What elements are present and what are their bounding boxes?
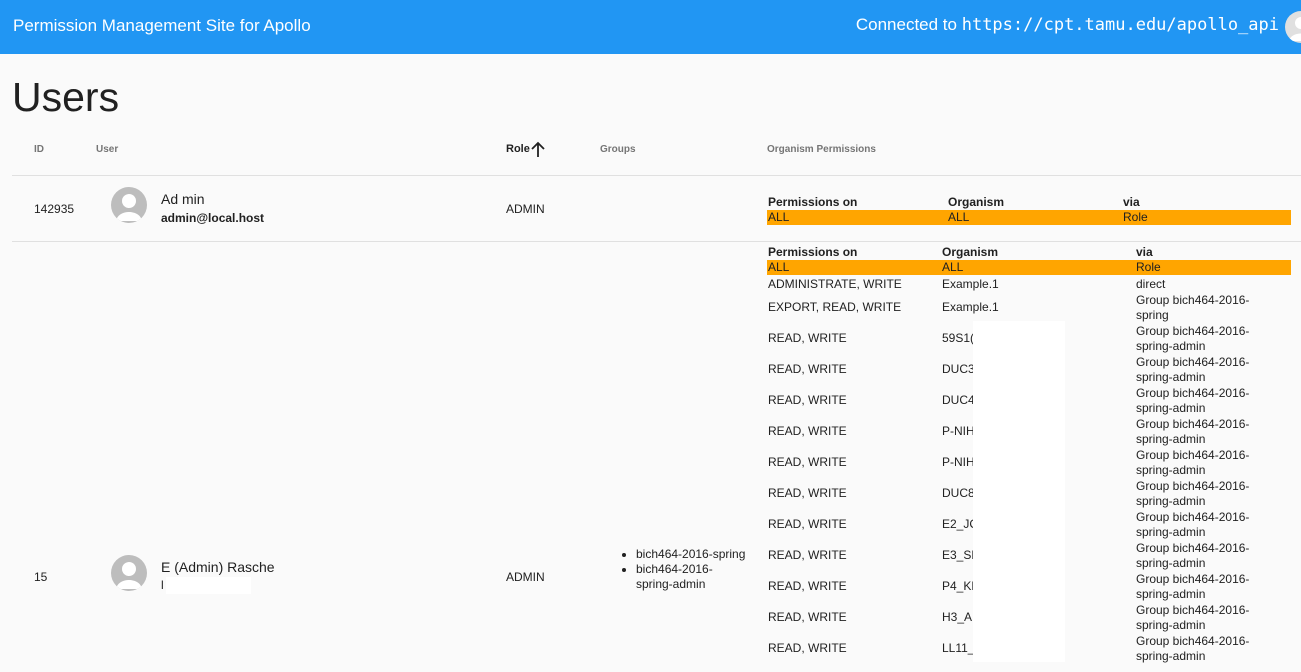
- permissions-on-header: Permissions on: [768, 245, 858, 259]
- group-item: bich464-2016-spring-admin: [636, 562, 746, 592]
- via-value: Group bich464-2016-spring: [1136, 293, 1250, 322]
- user-role: ADMIN: [506, 570, 545, 584]
- redaction-box: [973, 321, 1065, 662]
- via-header: via: [1123, 195, 1140, 209]
- via-header: via: [1136, 245, 1153, 259]
- organism-header: Organism: [942, 245, 999, 259]
- connected-url: https://cpt.tamu.edu/apollo_api: [961, 15, 1279, 35]
- connection-info: Connected to https://cpt.tamu.edu/apollo…: [856, 15, 1279, 35]
- app-title[interactable]: Permission Management Site for Apollo: [13, 16, 311, 36]
- via-value: Group bich464-2016-spring-admin: [1136, 510, 1250, 539]
- organism-value: DUC8: [942, 486, 975, 500]
- via-value: Group bich464-2016-spring-admin: [1136, 572, 1250, 601]
- user-avatar-icon: [111, 187, 147, 223]
- organism-value: LL11_: [942, 641, 975, 655]
- organism-value: P-NIH: [942, 424, 975, 438]
- permission-value: READ, WRITE: [768, 579, 847, 593]
- permission-value: READ, WRITE: [768, 424, 847, 438]
- permissions-table: Permissions on Organism via ALL ALL Role…: [767, 244, 1291, 663]
- via-value: Group bich464-2016-spring-admin: [1136, 386, 1250, 415]
- user-id: 142935: [34, 202, 75, 216]
- permissions-table: Permissions on Organism via ALL ALL Role: [767, 194, 1291, 225]
- user-id: 15: [34, 570, 48, 584]
- organism-value: DUC3: [942, 362, 975, 376]
- permission-value: READ, WRITE: [768, 362, 847, 376]
- permission-value: READ, WRITE: [768, 455, 847, 469]
- connected-prefix: Connected to: [855, 15, 957, 34]
- permission-value: READ, WRITE: [768, 548, 847, 562]
- groups-list: bich464-2016-spring bich464-2016-spring-…: [620, 547, 746, 592]
- organism-value: Example.1: [942, 277, 999, 291]
- user-name: Ad min: [161, 191, 205, 207]
- role-permission-row: ALL ALL Role: [767, 260, 1291, 275]
- user-name: E (Admin) Rasche: [161, 559, 275, 575]
- permissions-header-row: Permissions on Organism via: [767, 244, 1291, 260]
- group-item: bich464-2016-spring: [636, 547, 746, 562]
- via-value: Group bich464-2016-spring-admin: [1136, 448, 1250, 477]
- organism-value: P-NIH: [942, 455, 975, 469]
- permissions-on-header: Permissions on: [768, 195, 858, 209]
- column-header-id[interactable]: ID: [34, 144, 44, 155]
- via-value: Group bich464-2016-spring-admin: [1136, 634, 1250, 663]
- organism-value: Example.1: [942, 300, 999, 314]
- app-bar: Permission Management Site for Apollo Co…: [0, 0, 1301, 54]
- via-value: Group bich464-2016-spring-admin: [1136, 603, 1250, 632]
- permission-value: READ, WRITE: [768, 331, 847, 345]
- permission-value: READ, WRITE: [768, 486, 847, 500]
- column-header-user[interactable]: User: [96, 144, 118, 155]
- via-value: Role: [1136, 260, 1161, 274]
- permission-value: READ, WRITE: [768, 641, 847, 655]
- column-header-role[interactable]: Role: [506, 143, 530, 155]
- role-permission-row: ALL ALL Role: [767, 210, 1291, 225]
- organism-value: ALL: [948, 210, 970, 224]
- via-value: Group bich464-2016-spring-admin: [1136, 541, 1250, 570]
- permission-value: EXPORT, READ, WRITE: [768, 300, 902, 314]
- page-title: Users: [12, 74, 120, 120]
- via-value: Group bich464-2016-spring-admin: [1136, 324, 1250, 353]
- sort-ascending-icon[interactable]: [530, 141, 546, 158]
- user-role: ADMIN: [506, 202, 545, 216]
- column-header-organism-permissions[interactable]: Organism Permissions: [767, 144, 876, 155]
- header-divider: [12, 175, 1301, 176]
- permission-value: ADMINISTRATE, WRITE: [768, 277, 902, 291]
- organism-value: ALL: [942, 260, 964, 274]
- column-header-groups[interactable]: Groups: [600, 144, 636, 155]
- permission-value: READ, WRITE: [768, 393, 847, 407]
- via-value: Group bich464-2016-spring-admin: [1136, 479, 1250, 508]
- organism-value: DUC4: [942, 393, 975, 407]
- organism-header: Organism: [948, 195, 1005, 209]
- permission-value: ALL: [768, 210, 790, 224]
- via-value: Group bich464-2016-spring-admin: [1136, 417, 1250, 446]
- user-email: admin@local.host: [161, 211, 265, 225]
- user-avatar-icon: [111, 555, 147, 591]
- user-email: l: [161, 578, 164, 592]
- permission-value: READ, WRITE: [768, 610, 847, 624]
- permission-value: ALL: [768, 260, 790, 274]
- permissions-header-row: Permissions on Organism via: [767, 194, 1291, 210]
- permission-value: READ, WRITE: [768, 517, 847, 531]
- account-avatar-icon[interactable]: [1285, 11, 1301, 43]
- organism-value: 59S1(: [942, 331, 975, 345]
- via-value: direct: [1136, 277, 1166, 291]
- row-divider: [12, 241, 1301, 242]
- via-value: Group bich464-2016-spring-admin: [1136, 355, 1250, 384]
- via-value: Role: [1123, 210, 1148, 224]
- redaction-box: [166, 577, 251, 594]
- organism-value: H3_AI: [942, 610, 976, 624]
